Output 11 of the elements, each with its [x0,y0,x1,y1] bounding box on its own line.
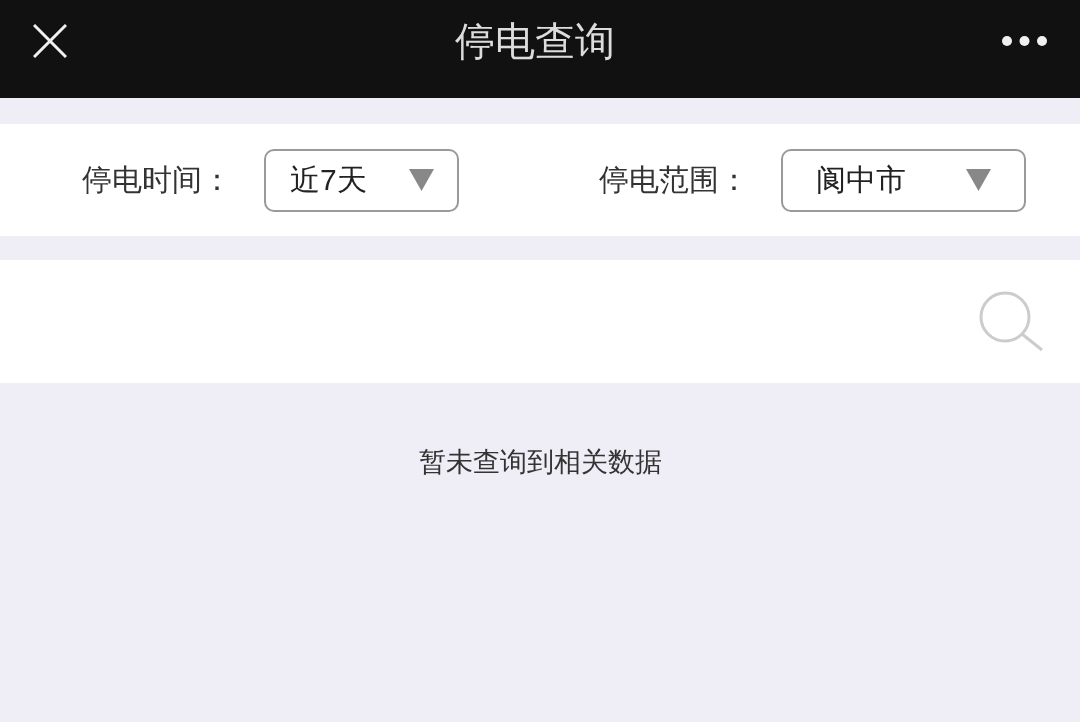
page-title: 停电查询 [454,21,615,61]
caret-icon [966,169,991,191]
caret-icon [409,169,434,191]
filter-label: 停电范围： [599,165,749,195]
search-field[interactable] [0,260,1080,383]
filter-label: 停电时间： [82,165,232,195]
dropdown[interactable]: 近7天 [264,148,459,212]
close-icon[interactable] [33,24,67,58]
dropdown[interactable]: 阆中市 [781,148,1026,212]
more-icon[interactable] [1002,36,1047,46]
empty-message: 暂未查询到相关数据 [418,449,662,476]
